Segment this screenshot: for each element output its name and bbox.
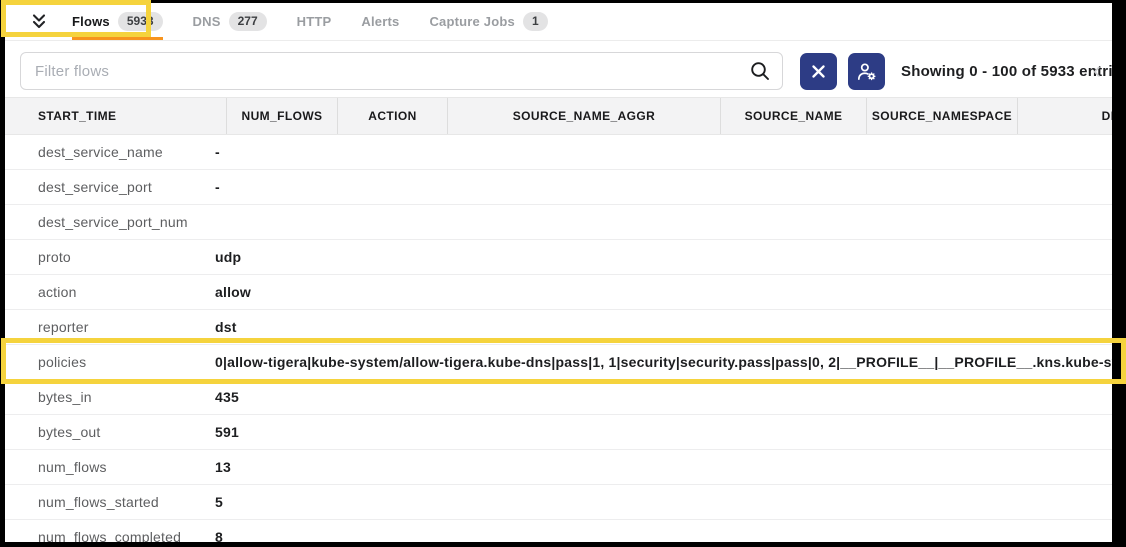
tab-label: Flows (72, 14, 110, 29)
detail-key: num_flows_started (5, 494, 215, 510)
detail-key: dest_service_name (5, 144, 215, 160)
detail-row-bytes_in: bytes_in435 (5, 380, 1112, 415)
detail-row-num_flows_started: num_flows_started5 (5, 485, 1112, 520)
tab-label: Capture Jobs (429, 14, 514, 29)
pagination-prev-button[interactable]: ‹ (1093, 49, 1101, 93)
column-header-action[interactable]: ACTION (338, 98, 448, 134)
detail-key: num_flows_completed (5, 529, 215, 542)
tab-flows[interactable]: Flows 5933 (72, 3, 163, 40)
detail-row-num_flows: num_flows13 (5, 450, 1112, 485)
column-header-num_flows[interactable]: NUM_FLOWS (227, 98, 338, 134)
detail-value: - (215, 179, 220, 195)
tab-count-badge: 277 (229, 12, 267, 31)
detail-row-dest_service_port: dest_service_port- (5, 170, 1112, 205)
detail-value: allow (215, 284, 251, 300)
detail-value: 0|allow-tigera|kube-system/allow-tigera.… (215, 354, 1112, 370)
detail-row-num_flows_completed: num_flows_completed8 (5, 520, 1112, 542)
active-tab-underline (72, 37, 163, 40)
tab-list: Flows 5933 DNS 277 HTTP Alerts Capture Jobs 1 (72, 3, 548, 40)
detail-row-policies: policies0|allow-tigera|kube-system/allow… (5, 345, 1112, 380)
filter-field-wrap (20, 52, 783, 90)
detail-value: - (215, 144, 220, 160)
detail-row-dest_service_port_num: dest_service_port_num (5, 205, 1112, 240)
detail-key: proto (5, 249, 215, 265)
app-window: Flows 5933 DNS 277 HTTP Alerts Capture Jobs 1 (5, 3, 1112, 542)
column-header-source_name_aggr[interactable]: SOURCE_NAME_AGGR (448, 98, 721, 134)
filter-toolbar: Showing 0 - 100 of 5933 entries ‹ (5, 49, 1112, 93)
x-icon (812, 65, 825, 78)
detail-key: action (5, 284, 215, 300)
detail-value: 435 (215, 389, 239, 405)
detail-row-action: actionallow (5, 275, 1112, 310)
tab-label: DNS (193, 14, 221, 29)
clear-filter-button[interactable] (800, 53, 837, 90)
detail-value: dst (215, 319, 237, 335)
column-header-start_time[interactable]: START_TIME (5, 98, 227, 134)
tab-label: Alerts (361, 14, 399, 29)
detail-row-bytes_out: bytes_out591 (5, 415, 1112, 450)
detail-key: dest_service_port (5, 179, 215, 195)
detail-value: 591 (215, 424, 239, 440)
tab-alerts[interactable]: Alerts (361, 3, 399, 40)
column-header-source_namespace[interactable]: SOURCE_NAMESPACE (867, 98, 1018, 134)
tab-label: HTTP (297, 14, 332, 29)
double-chevron-down-icon (29, 12, 49, 31)
detail-value: udp (215, 249, 241, 265)
detail-key: reporter (5, 319, 215, 335)
results-summary: Showing 0 - 100 of 5933 entries (901, 49, 1112, 93)
tab-count-badge: 1 (523, 12, 548, 31)
detail-row-proto: protoudp (5, 240, 1112, 275)
tab-http[interactable]: HTTP (297, 3, 332, 40)
tab-count-badge: 5933 (118, 12, 163, 31)
column-header-source_name[interactable]: SOURCE_NAME (721, 98, 867, 134)
detail-key: dest_service_port_num (5, 214, 215, 230)
detail-key: policies (5, 354, 215, 370)
user-settings-icon (855, 60, 878, 83)
detail-value: 8 (215, 529, 223, 542)
detail-key: bytes_out (5, 424, 215, 440)
search-icon (749, 60, 771, 82)
detail-row-reporter: reporterdst (5, 310, 1112, 345)
column-header-dest_n[interactable]: DEST_N (1018, 98, 1112, 134)
expanded-flow-detail: dest_service_name-dest_service_port-dest… (5, 135, 1112, 542)
tab-bar: Flows 5933 DNS 277 HTTP Alerts Capture Jobs 1 (5, 3, 1112, 41)
tab-capture-jobs[interactable]: Capture Jobs 1 (429, 3, 547, 40)
detail-row-dest_service_name: dest_service_name- (5, 135, 1112, 170)
tab-dns[interactable]: DNS 277 (193, 3, 267, 40)
detail-key: num_flows (5, 459, 215, 475)
chevron-left-icon: ‹ (1093, 57, 1101, 85)
detail-value: 5 (215, 494, 223, 510)
collapse-panel-button[interactable] (28, 11, 50, 33)
flow-table-header: START_TIMENUM_FLOWSACTIONSOURCE_NAME_AGG… (5, 97, 1112, 135)
user-settings-button[interactable] (848, 53, 885, 90)
detail-value: 13 (215, 459, 231, 475)
filter-flows-input[interactable] (20, 52, 783, 90)
detail-key: bytes_in (5, 389, 215, 405)
